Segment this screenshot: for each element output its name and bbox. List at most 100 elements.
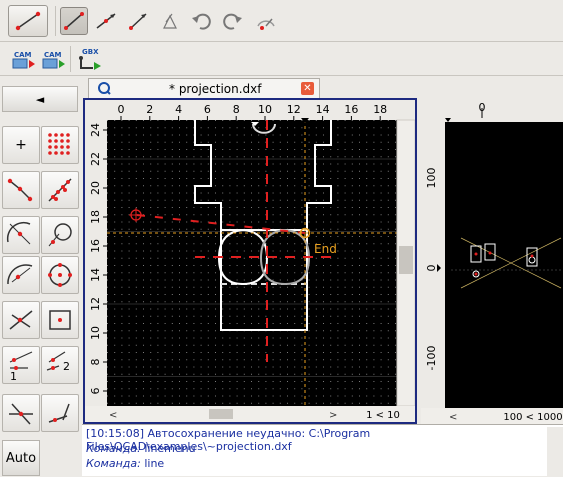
horizontal-scroll-thumb <box>209 409 233 419</box>
left-tool-panel: ◄ + 1 2 Auto <box>0 76 82 476</box>
side-ruler-left-label: -100 <box>425 346 438 371</box>
snap-reference-button[interactable] <box>41 301 79 339</box>
document-tab[interactable]: * projection.dxf ✕ <box>88 78 320 98</box>
command-prompt-label: Команда: <box>86 442 141 455</box>
scroll-left-arrow: < <box>109 410 117 421</box>
side-canvas <box>445 122 563 408</box>
number-label: 2 <box>63 360 70 373</box>
ruler-top-label: 14 <box>316 103 330 116</box>
undo-icon[interactable] <box>188 7 216 35</box>
toolbar-separator <box>55 6 56 36</box>
main-zoom-scale: 1 < 10 <box>366 410 400 421</box>
back-arrow-icon: ◄ <box>35 92 45 106</box>
line-bisector-icon[interactable] <box>124 7 152 35</box>
cam-toolbar: CAM CAM GBX <box>0 42 563 76</box>
snap-intersection-button[interactable] <box>2 301 40 339</box>
trim-icon[interactable] <box>156 7 184 35</box>
perpendicular-snap-icon <box>48 403 70 423</box>
ruler-top-label: 6 <box>204 103 211 116</box>
distance-2-snap-icon: 2 <box>46 351 70 373</box>
ruler-left-label: 22 <box>89 152 102 166</box>
plus-icon: + <box>15 137 27 153</box>
snap-on-entity-button[interactable] <box>41 171 79 209</box>
line-angle-icon[interactable] <box>92 7 120 35</box>
reference-snap-icon <box>49 310 71 330</box>
side-scroll-left-arrow: < <box>449 412 457 423</box>
ruler-left-label: 24 <box>89 123 102 137</box>
main-drawing-view: 0 2 4 6 8 10 12 14 16 18 24 22 20 18 16 14 12 10 8 6 End <box>83 98 417 424</box>
snap-intersection-manual-button[interactable] <box>2 394 40 432</box>
back-button[interactable]: ◄ <box>2 86 78 112</box>
document-tab-title: * projection.dxf <box>169 82 262 96</box>
snap-distance-button[interactable]: 1 <box>2 346 40 384</box>
command-history-line: Команда: linemenu <box>86 442 196 455</box>
command-scrollbar[interactable] <box>547 427 563 477</box>
snap-perpendicular-button[interactable] <box>41 394 79 432</box>
cross-snap-icon <box>9 403 33 425</box>
top-ruler <box>85 100 415 120</box>
dot-grid-icon <box>48 133 70 155</box>
gauge-icon[interactable] <box>252 7 280 35</box>
side-zoom-scale: 100 < 1000 <box>503 412 562 423</box>
snap-endpoints-button[interactable] <box>2 171 40 209</box>
ruler-corner <box>85 100 107 120</box>
ruler-left-label: 6 <box>89 388 102 395</box>
side-view-panel: 0 100 0 -100 < 100 < 1000 <box>421 98 563 424</box>
ruler-top-label: 8 <box>233 103 240 116</box>
midpoint-snap-icon <box>7 264 33 285</box>
document-tab-bar: * projection.dxf ✕ <box>82 76 420 98</box>
redo-icon[interactable] <box>218 7 246 35</box>
line-2points-icon[interactable] <box>60 7 88 35</box>
ruler-top-label: 2 <box>146 103 153 116</box>
number-label: 1 <box>10 370 17 382</box>
circle-points-icon <box>48 263 72 287</box>
ruler-left-label: 12 <box>89 297 102 311</box>
snap-center-button[interactable] <box>2 216 40 254</box>
toolbar-separator <box>70 46 71 72</box>
history-time: [10:15:08] <box>86 427 144 440</box>
point-tool-button[interactable]: + <box>2 126 40 164</box>
snap-midpoint-button[interactable] <box>2 256 40 294</box>
side-ruler-left-label: 0 <box>425 265 438 272</box>
ruler-left-label: 14 <box>89 268 102 282</box>
cam-label: CAM <box>44 51 62 59</box>
command-history-line: Команда: line <box>86 457 164 470</box>
cam-import-button[interactable]: CAM <box>40 45 68 73</box>
command-value: line <box>144 457 165 470</box>
ruler-top-label: 0 <box>118 103 125 116</box>
drawing-canvas <box>107 120 397 406</box>
line-tool-icon[interactable] <box>8 5 48 37</box>
snap-tangent-button[interactable] <box>41 216 79 254</box>
snap-circle-points-button[interactable] <box>41 256 79 294</box>
ruler-top-label: 12 <box>287 103 301 116</box>
ruler-left-label: 18 <box>89 210 102 224</box>
ruler-top-label: 16 <box>344 103 358 116</box>
grid-snap-button[interactable] <box>41 126 79 164</box>
side-ruler-left-label: 100 <box>425 168 438 189</box>
ruler-left-label: 10 <box>89 326 102 340</box>
gbx-export-button[interactable]: GBX <box>76 45 104 73</box>
ruler-top-label: 10 <box>258 103 272 116</box>
ruler-left-label: 8 <box>89 359 102 366</box>
cam-label: CAM <box>14 51 32 59</box>
center-snap-icon <box>6 221 31 245</box>
tangent-snap-icon <box>48 223 72 247</box>
snap-label: End <box>314 242 337 256</box>
vertical-scroll-thumb <box>399 246 413 274</box>
command-prompt-label: Команда: <box>86 457 141 470</box>
ruler-left-label: 16 <box>89 239 102 253</box>
gbx-label: GBX <box>82 48 99 56</box>
auto-button[interactable]: Auto <box>2 440 40 476</box>
distance-snap-icon: 1 <box>9 351 33 382</box>
main-toolbar <box>0 0 563 42</box>
close-tab-icon[interactable]: ✕ <box>301 82 314 95</box>
scroll-right-arrow: > <box>329 410 337 421</box>
snap-distance-2-button[interactable]: 2 <box>41 346 79 384</box>
ruler-top-label: 4 <box>175 103 182 116</box>
endpoint-snap-icon <box>7 178 33 202</box>
cam-export-button[interactable]: CAM <box>10 45 38 73</box>
side-marker-top <box>445 118 451 122</box>
on-entity-snap-icon <box>48 178 72 202</box>
intersection-snap-icon <box>9 310 33 330</box>
command-line-panel: [10:15:08] Автосохранение неудачно: C:\P… <box>82 424 563 477</box>
